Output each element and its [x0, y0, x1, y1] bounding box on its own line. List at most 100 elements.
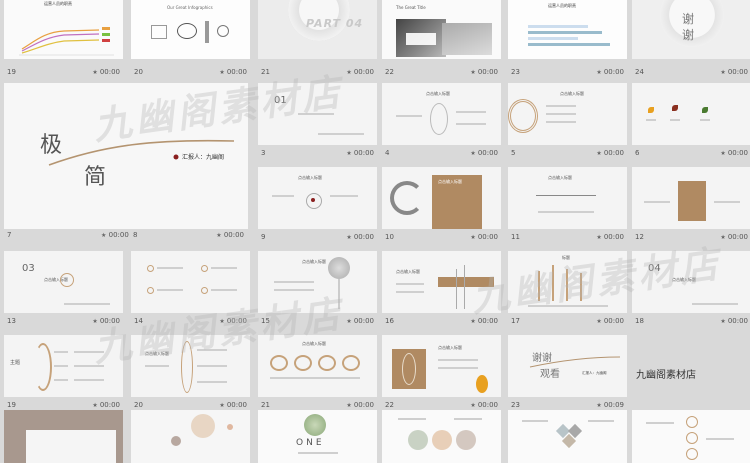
slide-preview: PART 04 — [258, 0, 377, 59]
brand-label: 九幽阁素材店 — [636, 370, 696, 381]
slide-title: PART 04 — [306, 17, 364, 30]
slide-preview — [4, 410, 123, 463]
slide-number: 7 — [7, 231, 12, 239]
slide-title: The Great Title — [396, 5, 426, 10]
slide-duration: 00:00 — [353, 149, 374, 157]
slide-number: 3 — [261, 149, 266, 157]
star-icon: ★ — [470, 69, 476, 76]
slide-title: ONE — [296, 438, 325, 448]
slide-preview — [382, 410, 501, 463]
star-icon: ★ — [101, 232, 107, 239]
slide-duration: 00:00 — [727, 68, 748, 76]
star-icon: ★ — [596, 150, 602, 157]
slide-duration: 00:00 — [727, 317, 748, 325]
slide-duration: 00:00 — [477, 233, 498, 241]
slide-preview: Our Great Infographics — [131, 0, 250, 59]
star-icon: ★ — [92, 69, 98, 76]
star-icon: ★ — [92, 402, 98, 409]
slide-duration: 00:00 — [108, 231, 129, 239]
star-icon: ★ — [720, 234, 726, 241]
star-icon: ★ — [596, 234, 602, 241]
slide-number: 8 — [133, 231, 138, 239]
slide-title: 点击输入标题 — [298, 175, 322, 180]
star-icon: ★ — [596, 69, 602, 76]
slide-title: 点击输入标题 — [396, 269, 420, 274]
star-icon: ★ — [470, 402, 476, 409]
slide-preview: The Great Title — [382, 0, 501, 59]
star-icon: ★ — [346, 69, 352, 76]
slide-duration: 00:00 — [477, 68, 498, 76]
slide-number: 18 — [635, 317, 644, 325]
star-icon: ★ — [346, 402, 352, 409]
star-icon: ★ — [219, 402, 225, 409]
slide-number: 22 — [385, 68, 394, 76]
slide-number: 5 — [511, 149, 516, 157]
slide-preview — [632, 83, 750, 145]
slide-title: 点击输入标题 — [560, 91, 584, 96]
slide-title: Our Great Infographics — [167, 5, 213, 10]
slide-preview — [508, 410, 627, 463]
slide-number: 20 — [134, 68, 143, 76]
slide-number: 12 — [635, 233, 644, 241]
slide-duration: 00:00 — [353, 68, 374, 76]
slide-preview — [131, 410, 250, 463]
slide-preview: 点击输入标题 — [258, 167, 377, 229]
slide-section-number: 03 — [22, 263, 35, 274]
slide-title: 主题 — [10, 360, 21, 366]
slide-duration: 00:00 — [353, 401, 374, 409]
slide-preview: 运营人员的职责 — [4, 0, 123, 59]
star-icon: ★ — [596, 318, 602, 325]
slide-title: 点击输入标题 — [548, 175, 572, 180]
slide-title: 运营人员的职责 — [548, 3, 576, 8]
slide-duration: 00:00 — [99, 68, 120, 76]
slide-duration: 00:00 — [727, 149, 748, 157]
star-icon: ★ — [720, 150, 726, 157]
star-icon: ★ — [219, 69, 225, 76]
star-icon: ★ — [720, 69, 726, 76]
slide-sorter-grid: 运营人员的职责 19 ★ 00:00 Our Great Infographics … — [0, 0, 750, 463]
slide-duration: 00:00 — [603, 233, 624, 241]
slide-duration: 00:00 — [603, 149, 624, 157]
slide-number: 6 — [635, 149, 640, 157]
slide-preview: 点击输入标题 — [508, 83, 627, 145]
slide-duration: 00:09 — [603, 401, 624, 409]
slide-duration: 00:00 — [603, 317, 624, 325]
slide-preview: 点击输入标题 — [382, 167, 501, 229]
slide-title: 点击输入标题 — [438, 345, 462, 350]
slide-title: 点击输入标题 — [438, 179, 462, 184]
star-icon: ★ — [346, 318, 352, 325]
slide-preview: 运营人员的职责 — [508, 0, 627, 59]
star-icon: ★ — [346, 234, 352, 241]
slide-duration: 00:00 — [99, 401, 120, 409]
slide-duration: 00:00 — [477, 401, 498, 409]
slide-preview: 点击输入标题 — [382, 83, 501, 145]
slide-duration: 00:00 — [223, 231, 244, 239]
slide-number: 19 — [7, 68, 16, 76]
slide-number: 11 — [511, 233, 520, 241]
star-icon: ★ — [470, 234, 476, 241]
line-chart-graphic — [19, 27, 114, 56]
slide-duration: 00:00 — [727, 233, 748, 241]
slide-preview: 点击输入标题 — [508, 167, 627, 229]
slide-number: 4 — [385, 149, 390, 157]
brush-stroke-graphic — [529, 356, 621, 368]
star-icon: ★ — [346, 150, 352, 157]
slide-duration: 00:00 — [477, 149, 498, 157]
slide-preview: ONE — [258, 410, 377, 463]
reporter-label: 汇报人：九幽阁 — [182, 154, 225, 161]
slide-preview — [632, 410, 750, 463]
slide-preview: 谢 谢 — [632, 0, 750, 59]
slide-preview: 03 点击输入标题 — [4, 251, 123, 313]
slide-duration: 00:00 — [353, 317, 374, 325]
slide-duration: 00:00 — [226, 401, 247, 409]
slide-duration: 00:00 — [603, 68, 624, 76]
slide-number: 10 — [385, 233, 394, 241]
slide-preview: 谢谢 观看 汇报人：九幽阁 — [508, 335, 627, 397]
slide-number: 16 — [385, 317, 394, 325]
slide-duration: 00:00 — [353, 233, 374, 241]
slide-title: 点击输入标题 — [426, 91, 450, 96]
slide-number: 9 — [261, 233, 266, 241]
slide-number: 13 — [7, 317, 16, 325]
star-icon: ★ — [720, 318, 726, 325]
slide-number: 23 — [511, 68, 520, 76]
